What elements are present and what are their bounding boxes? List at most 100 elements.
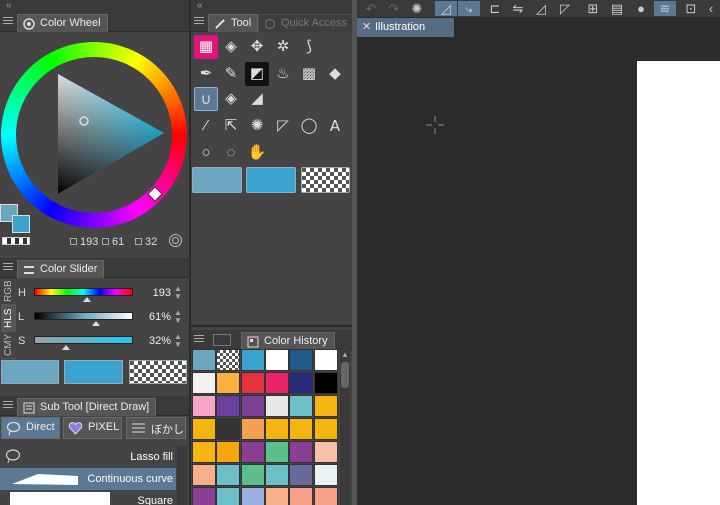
history-swatch[interactable] bbox=[264, 349, 289, 371]
scroll-up-icon[interactable]: ▲ bbox=[341, 350, 349, 359]
history-swatch[interactable] bbox=[313, 464, 338, 486]
select-icon[interactable]: ⇱ bbox=[219, 114, 243, 138]
panel-menu-icon[interactable] bbox=[194, 17, 204, 27]
fill-icon[interactable]: ◈ bbox=[219, 87, 243, 111]
saturation-value-triangle[interactable] bbox=[0, 40, 189, 230]
text-icon[interactable]: A bbox=[323, 114, 347, 138]
decoration-icon[interactable]: ▩ bbox=[297, 62, 321, 86]
tab-color-wheel[interactable]: Color Wheel bbox=[17, 14, 108, 32]
hue-slider[interactable] bbox=[34, 288, 133, 296]
history-swatch[interactable] bbox=[289, 418, 314, 440]
history-swatch[interactable] bbox=[313, 418, 338, 440]
panel-menu-icon[interactable] bbox=[3, 401, 13, 411]
history-swatch[interactable] bbox=[289, 441, 314, 463]
panel-menu-icon[interactable] bbox=[3, 263, 13, 273]
mode-tab-rgb[interactable]: RGB bbox=[1, 278, 16, 305]
mode-tab-hls[interactable]: HLS bbox=[1, 305, 16, 332]
color-set-icon[interactable] bbox=[213, 334, 231, 346]
transparent-color-swatch[interactable] bbox=[129, 360, 187, 384]
history-swatch[interactable] bbox=[289, 395, 314, 417]
lightness-stepper[interactable]: ▲ ▼ bbox=[173, 309, 183, 325]
tab-color-slider[interactable]: Color Slider bbox=[17, 260, 105, 278]
document-tab[interactable]: ✕ Illustration bbox=[357, 18, 454, 37]
ruler-icon[interactable]: ◸ bbox=[271, 114, 295, 138]
sub-color-swatch[interactable] bbox=[64, 360, 123, 384]
history-swatch[interactable] bbox=[240, 349, 265, 371]
history-swatch[interactable] bbox=[264, 441, 289, 463]
saturation-stepper[interactable]: ▲ ▼ bbox=[173, 333, 183, 349]
eraser-icon[interactable]: ◆ bbox=[323, 62, 347, 86]
history-swatch[interactable] bbox=[192, 441, 216, 463]
fill-layer-icon[interactable]: ● bbox=[630, 1, 652, 16]
lightness-slider-thumb[interactable] bbox=[92, 321, 100, 326]
sub-color-swatch[interactable] bbox=[246, 167, 296, 193]
direct-sub-tool-button[interactable]: Direct bbox=[1, 417, 60, 439]
flip-icon[interactable]: ⇋ bbox=[507, 1, 529, 16]
history-scroll-thumb[interactable] bbox=[341, 362, 349, 388]
mode-tab-cmy[interactable]: CMY bbox=[1, 332, 16, 359]
history-swatch[interactable] bbox=[313, 395, 338, 417]
lightness-slider[interactable] bbox=[34, 312, 133, 320]
close-icon[interactable]: ✕ bbox=[362, 20, 371, 33]
tab-quick-access[interactable]: Quick Access bbox=[258, 14, 355, 32]
collapse-arrow[interactable]: « bbox=[191, 0, 352, 12]
history-swatch[interactable] bbox=[216, 464, 241, 486]
history-swatch[interactable] bbox=[216, 395, 241, 417]
saturation-slider-thumb[interactable] bbox=[62, 345, 70, 350]
undo-icon[interactable]: ↶ bbox=[360, 1, 382, 16]
canvas-paper[interactable] bbox=[637, 61, 720, 505]
history-swatch[interactable] bbox=[264, 395, 289, 417]
clear-icon[interactable]: ⊏ bbox=[484, 1, 506, 16]
lasso-icon[interactable]: ∪ bbox=[194, 87, 218, 111]
operation-icon[interactable]: ⟆ bbox=[297, 35, 321, 59]
hue-stepper[interactable]: ▲ ▼ bbox=[173, 285, 183, 301]
history-swatch[interactable] bbox=[216, 441, 241, 463]
history-swatch[interactable] bbox=[192, 372, 216, 394]
pencil-icon[interactable]: ✎ bbox=[219, 62, 243, 86]
pen-icon[interactable]: ✒ bbox=[194, 62, 218, 86]
hand-icon[interactable]: ✋ bbox=[245, 141, 269, 165]
history-swatch[interactable] bbox=[313, 372, 338, 394]
direct-draw-icon[interactable]: ▦ bbox=[194, 35, 218, 59]
sub-color-swatch[interactable] bbox=[12, 215, 30, 233]
brush-icon[interactable]: ◩ bbox=[245, 62, 269, 86]
history-swatch[interactable] bbox=[240, 487, 265, 505]
history-swatch[interactable] bbox=[192, 395, 216, 417]
history-swatch[interactable] bbox=[264, 464, 289, 486]
history-swatch[interactable] bbox=[289, 464, 314, 486]
history-swatch[interactable] bbox=[264, 372, 289, 394]
triangle-icon[interactable]: ◸ bbox=[554, 1, 576, 16]
new-layer-icon[interactable]: ⊞ bbox=[582, 1, 604, 16]
history-swatch[interactable] bbox=[313, 487, 338, 505]
main-color-swatch[interactable] bbox=[192, 167, 242, 193]
eyedropper-icon[interactable]: ⁄ bbox=[194, 114, 218, 138]
history-swatch[interactable] bbox=[216, 372, 241, 394]
main-color-swatch[interactable] bbox=[1, 360, 59, 384]
collapse-arrow[interactable]: « bbox=[0, 0, 189, 12]
layer-move-icon[interactable]: ◈ bbox=[219, 35, 243, 59]
history-swatch[interactable] bbox=[289, 487, 314, 505]
magic-wand-icon[interactable]: ✲ bbox=[271, 35, 295, 59]
balloon-icon[interactable]: ◯ bbox=[297, 114, 321, 138]
hsv-mode-icon[interactable] bbox=[168, 233, 183, 248]
panel-menu-icon[interactable] bbox=[194, 335, 204, 345]
saturation-slider[interactable] bbox=[34, 336, 133, 344]
pixel-sub-tool-button[interactable]: PIXEL bbox=[63, 417, 122, 439]
history-swatch[interactable] bbox=[192, 418, 216, 440]
history-swatch[interactable] bbox=[313, 349, 338, 371]
move-icon[interactable]: ✥ bbox=[245, 35, 269, 59]
history-swatch[interactable] bbox=[192, 349, 216, 371]
layer-stack-icon[interactable]: ≋ bbox=[654, 1, 676, 16]
transform-icon[interactable]: ⤷ bbox=[458, 1, 480, 16]
sub-tool-item-lasso-fill[interactable]: Lasso fill bbox=[0, 446, 176, 468]
history-swatch[interactable] bbox=[216, 418, 241, 440]
history-swatch[interactable] bbox=[313, 441, 338, 463]
transparent-color-swatch[interactable] bbox=[301, 167, 350, 193]
sub-tool-scrollbar[interactable] bbox=[177, 446, 187, 505]
history-scrollbar[interactable]: ▲ bbox=[340, 349, 350, 505]
history-swatch[interactable] bbox=[264, 418, 289, 440]
sub-tool-item-square[interactable]: Square bbox=[0, 490, 176, 505]
history-swatch[interactable] bbox=[289, 349, 314, 371]
more-icon[interactable]: ‹ bbox=[700, 1, 720, 16]
transparent-color-swatch[interactable] bbox=[2, 237, 30, 245]
